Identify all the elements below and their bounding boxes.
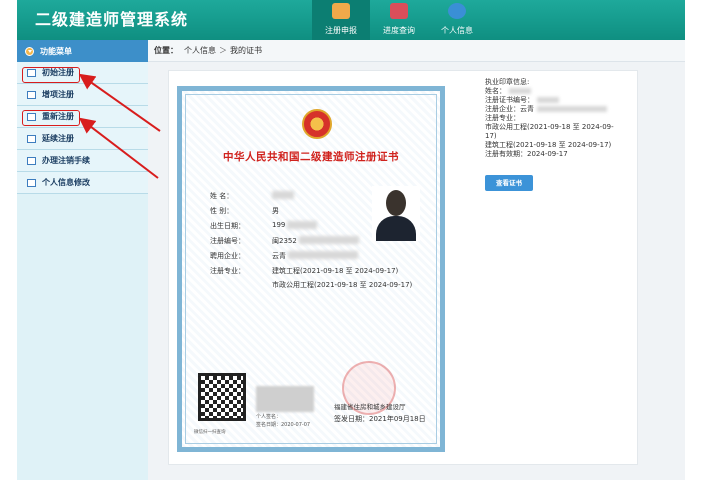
redacted-value — [287, 221, 318, 229]
certificate-title: 中华人民共和国二级建造师注册证书 — [223, 151, 399, 163]
issuer: 福建省住房和城乡建设厅 — [334, 403, 406, 411]
sidebar-item-label: 增项注册 — [42, 90, 74, 99]
cert-field-key: 性 别： — [210, 207, 234, 215]
redacted-value — [537, 97, 559, 103]
issue-date: 签发日期：2021年09月18日 — [334, 415, 426, 423]
info-line: 注册企业：云青 — [485, 105, 635, 114]
redacted-value — [272, 191, 294, 199]
info-line-text: 注册证书编号： — [485, 96, 534, 104]
cert-field-birthdate: 出生日期： 199 — [210, 221, 318, 231]
sidebar-item-profile-edit[interactable]: 个人信息修改 — [17, 172, 148, 194]
signer-label: 个人签名： — [256, 414, 282, 420]
sign-date: 签名日期：2020-07-07 — [256, 422, 311, 428]
annotation-highlight — [22, 67, 80, 83]
info-line: 姓名： — [485, 87, 635, 96]
nav-progress[interactable]: 进度查询 — [370, 0, 428, 40]
info-line: 市政公用工程(2021-09-18 至 2024-09- — [485, 123, 614, 131]
app-header: 二级建造师管理系统 注册申报 进度查询 个人信息 — [17, 0, 685, 40]
info-line-text: 姓名： — [485, 87, 506, 95]
cert-field-value: 云青 — [272, 252, 286, 260]
calendar-icon — [27, 134, 36, 143]
cert-field-value: 199 — [272, 221, 286, 229]
breadcrumb-item: 我的证书 — [230, 46, 262, 55]
cert-field-specialty: 注册专业： 建筑工程(2021-09-18 至 2024-09-17) — [210, 266, 398, 276]
menu-header-label: 功能菜单 — [40, 46, 72, 56]
sidebar-item-additional-registration[interactable]: 增项注册 — [17, 84, 148, 106]
info-line: 注册有效期：2024-09-17 — [485, 150, 568, 158]
cert-field-reg-number: 注册编号： 闽2352 — [210, 236, 359, 246]
main-area: 位置： 个人信息 ＞ 我的证书 中华人民共和国二级建造师注册证书 姓 名： 性 … — [148, 40, 685, 480]
redacted-value — [509, 88, 531, 94]
cert-field-key: 注册编号： — [210, 237, 245, 245]
menu-header[interactable]: 功能菜单 — [17, 40, 148, 62]
info-icon — [448, 3, 466, 19]
national-emblem-icon — [302, 109, 332, 139]
cert-field-key: 聘用企业： — [210, 252, 245, 260]
certificate-panel: 中华人民共和国二级建造师注册证书 姓 名： 性 别： 男 出生日期： 199 注… — [168, 70, 638, 465]
nav-register-label: 注册申报 — [325, 26, 357, 35]
redacted-value — [288, 251, 358, 259]
chevron-down-icon — [25, 46, 34, 56]
top-nav: 注册申报 进度查询 个人信息 — [312, 0, 486, 40]
cert-field-value: 男 — [272, 207, 279, 215]
nav-progress-label: 进度查询 — [383, 26, 415, 35]
sidebar-item-cancellation[interactable]: 办理注销手续 — [17, 150, 148, 172]
signature-image — [256, 386, 314, 412]
info-line: 执业印章信息: — [485, 78, 530, 86]
cert-field-key: 姓 名： — [210, 192, 234, 200]
breadcrumb-prefix: 位置： — [154, 46, 178, 55]
document-icon — [27, 90, 36, 99]
monitor-icon — [390, 3, 408, 19]
breadcrumb-separator: ＞ — [219, 46, 227, 55]
calendar-icon — [27, 156, 36, 165]
photo-head — [386, 190, 406, 216]
cert-field-value: 市政公用工程(2021-09-18 至 2024-09-17) — [272, 281, 413, 289]
cert-field-name: 姓 名： — [210, 191, 294, 201]
sidebar-item-label: 个人信息修改 — [42, 178, 90, 187]
app-title: 二级建造师管理系统 — [35, 10, 189, 29]
certificate-image: 中华人民共和国二级建造师注册证书 姓 名： 性 别： 男 出生日期： 199 注… — [177, 86, 445, 452]
qr-caption: 微信扫一扫查询 — [194, 430, 226, 435]
sidebar-item-label: 延续注册 — [42, 134, 74, 143]
cert-field-gender: 性 别： 男 — [210, 206, 279, 216]
seal-info: 执业印章信息: 姓名： 注册证书编号： 注册企业：云青 注册专业： 市政公用工程… — [485, 78, 635, 159]
info-line: 建筑工程(2021-09-18 至 2024-09-17) — [485, 141, 612, 149]
photo-body — [376, 216, 416, 241]
sidebar-item-label: 办理注销手续 — [42, 156, 90, 165]
home-icon — [332, 3, 350, 19]
holder-photo — [372, 186, 420, 241]
sidebar: 功能菜单 初始注册 增项注册 重新注册 延续注册 办理注销手续 个人信息修改 — [17, 40, 148, 480]
nav-profile-label: 个人信息 — [441, 26, 473, 35]
calendar-icon — [27, 178, 36, 187]
cert-field-specialty-extra: 市政公用工程(2021-09-18 至 2024-09-17) — [210, 280, 412, 290]
info-line-text: 注册企业：云青 — [485, 105, 534, 113]
view-certificate-button[interactable]: 查看证书 — [485, 175, 533, 191]
cert-field-value: 建筑工程(2021-09-18 至 2024-09-17) — [272, 267, 399, 275]
cert-field-key: 注册专业： — [210, 267, 245, 275]
cert-field-employer: 聘用企业： 云青 — [210, 251, 358, 261]
annotation-highlight — [22, 110, 80, 126]
info-line: 注册证书编号： — [485, 96, 635, 105]
info-line: 注册专业： — [485, 114, 520, 122]
nav-profile[interactable]: 个人信息 — [428, 0, 486, 40]
qr-code-icon — [198, 373, 246, 421]
cert-field-key: 出生日期： — [210, 222, 245, 230]
breadcrumb: 位置： 个人信息 ＞ 我的证书 — [148, 40, 685, 62]
breadcrumb-item[interactable]: 个人信息 — [184, 45, 216, 56]
redacted-value — [298, 236, 359, 244]
info-line: 17) — [485, 132, 497, 140]
sidebar-item-renewal-registration[interactable]: 延续注册 — [17, 128, 148, 150]
cert-field-value: 闽2352 — [272, 237, 297, 245]
redacted-value — [537, 106, 607, 112]
nav-register[interactable]: 注册申报 — [312, 0, 370, 40]
